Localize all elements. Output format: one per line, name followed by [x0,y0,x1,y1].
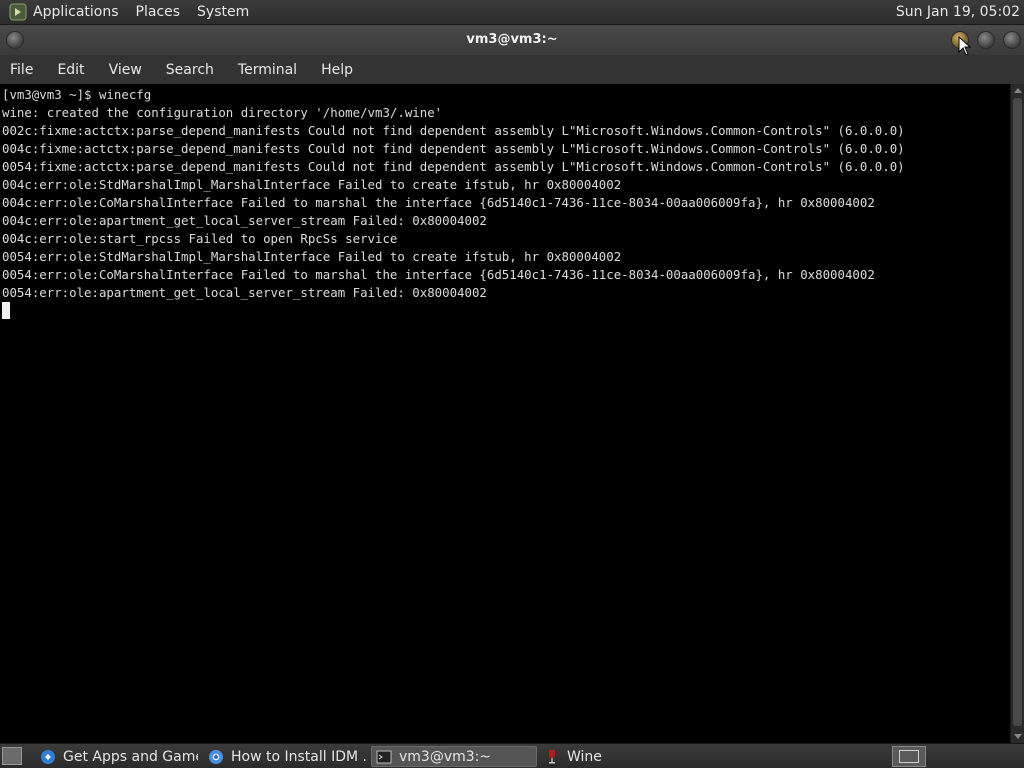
terminal-line: 004c:err:ole:apartment_get_local_server_… [2,213,487,228]
scroll-up-arrow-icon[interactable] [1014,88,1022,93]
terminal-line: 0054:err:ole:StdMarshalImpl_MarshalInter… [2,249,622,264]
bottom-taskbar: Get Apps and Games How to Install IDM ..… [0,743,1024,768]
workspace-switcher[interactable] [892,746,926,767]
terminal-icon [376,749,392,765]
window-titlebar[interactable]: vm3@vm3:~ [0,25,1024,55]
workspace-1[interactable] [899,750,919,763]
terminal-line: 004c:fixme:actctx:parse_depend_manifests… [2,141,905,156]
menu-view[interactable]: View [109,62,150,78]
task-label: Wine [567,748,602,765]
panel-menu-places[interactable]: Places [136,4,181,20]
terminal-line: [vm3@vm3 ~]$ winecfg [2,87,152,102]
window-title: vm3@vm3:~ [466,32,558,47]
task-label: vm3@vm3:~ [399,748,492,765]
menu-terminal[interactable]: Terminal [238,62,305,78]
terminal-line: 004c:err:ole:CoMarshalInterface Failed t… [2,195,875,210]
terminal-menubar: File Edit View Search Terminal Help [0,55,1024,84]
show-desktop-button[interactable] [2,747,22,765]
task-label: How to Install IDM ... [231,748,366,765]
app-store-icon [40,749,56,765]
terminal-line: 004c:err:ole:start_rpcss Failed to open … [2,231,398,246]
terminal-line: wine: created the configuration director… [2,105,443,120]
terminal-line: 0054:err:ole:CoMarshalInterface Failed t… [2,267,875,282]
terminal-line: 0054:err:ole:apartment_get_local_server_… [2,285,487,300]
terminal-line: 004c:err:ole:StdMarshalImpl_MarshalInter… [2,177,622,192]
task-browser[interactable]: How to Install IDM ... [204,746,366,767]
task-label: Get Apps and Games [63,748,198,765]
task-terminal[interactable]: vm3@vm3:~ [371,746,537,767]
terminal-line: 002c:fixme:actctx:parse_depend_manifests… [2,123,905,138]
wine-glass-icon [544,749,560,765]
terminal-line: 0054:fixme:actctx:parse_depend_manifests… [2,159,905,174]
panel-menu-system[interactable]: System [197,4,249,20]
maximize-button[interactable] [977,31,995,49]
menu-help[interactable]: Help [321,62,361,78]
terminal-prompt-line[interactable] [2,302,1010,320]
mouse-pointer-icon [958,36,972,56]
menu-search[interactable]: Search [166,62,222,78]
scroll-down-arrow-icon[interactable] [1014,734,1022,739]
menu-edit[interactable]: Edit [57,62,92,78]
task-get-apps[interactable]: Get Apps and Games [36,746,198,767]
browser-icon [208,749,224,765]
menu-file[interactable]: File [10,62,41,78]
top-panel: Applications Places System Sun Jan 19, 0… [0,0,1024,25]
text-cursor [2,302,10,319]
applications-menu-icon[interactable] [9,3,27,21]
terminal-scrollbar[interactable] [1010,84,1024,743]
panel-clock[interactable]: Sun Jan 19, 05:02 [896,4,1020,20]
panel-menu-applications[interactable]: Applications [33,4,119,20]
scrollbar-thumb[interactable] [1013,98,1022,726]
close-button[interactable] [1003,31,1021,49]
task-wine[interactable]: Wine [540,746,700,767]
terminal-output[interactable]: [vm3@vm3 ~]$ winecfg wine: created the c… [0,84,1010,743]
